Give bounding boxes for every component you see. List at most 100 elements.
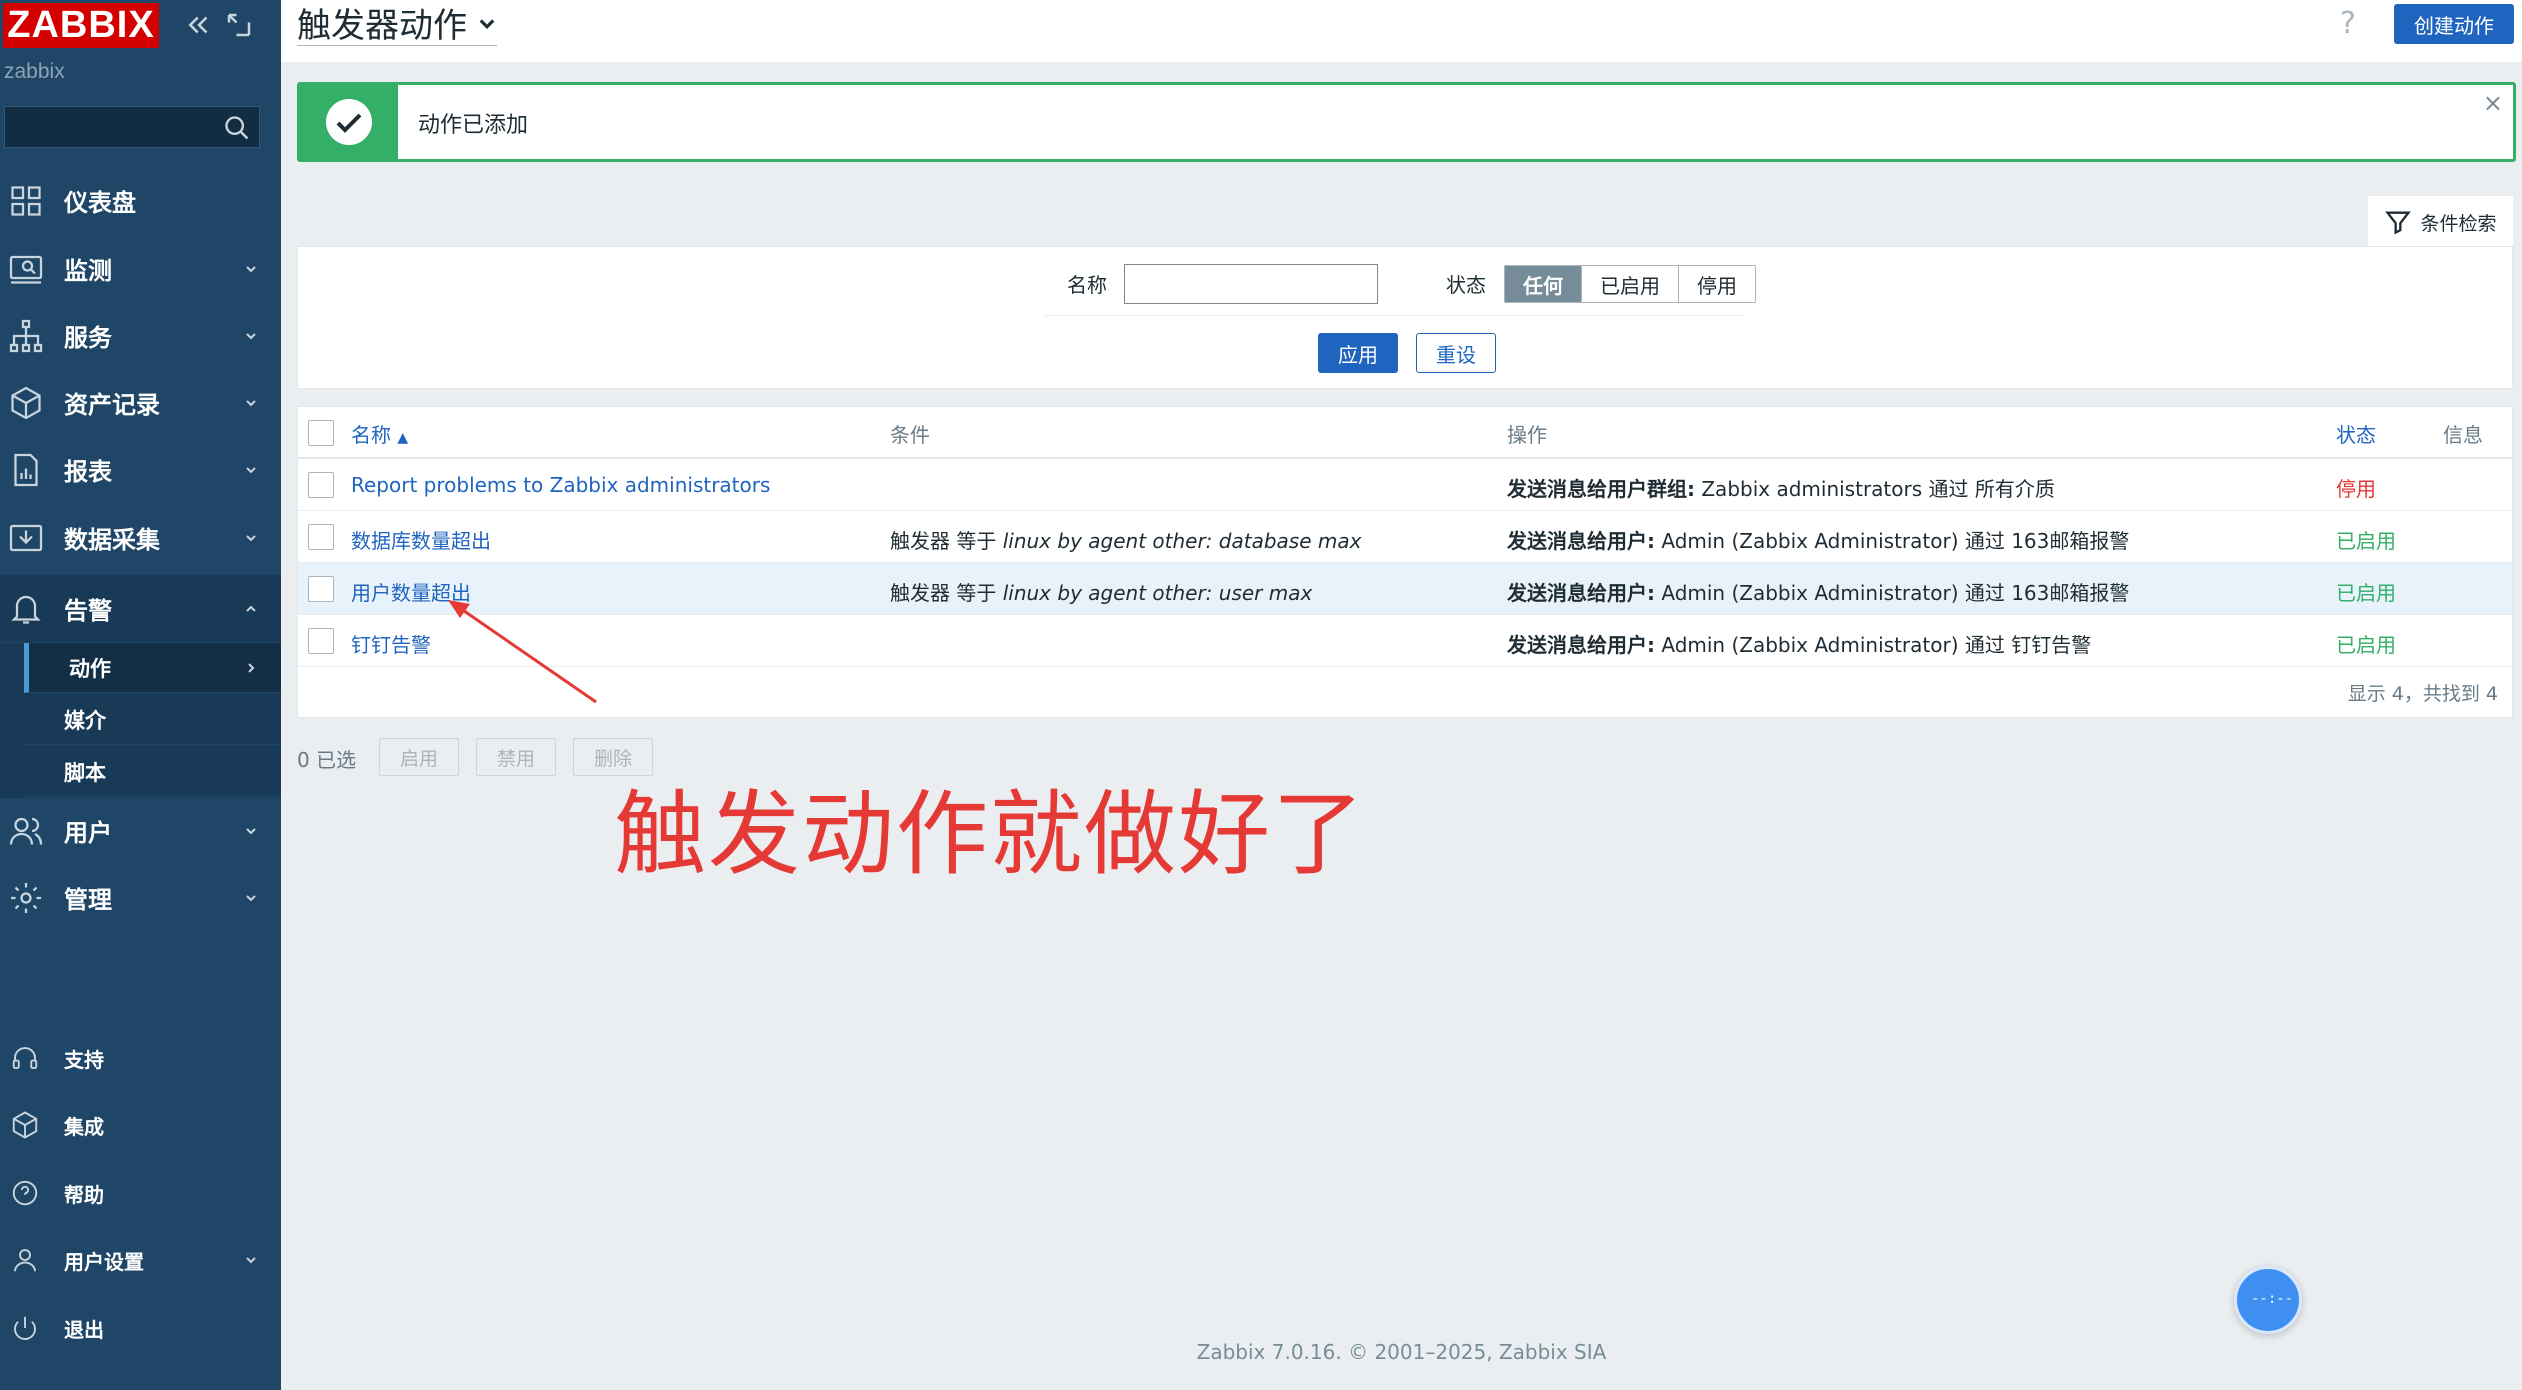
nav-monitoring[interactable]: 监测: [0, 235, 281, 302]
submenu-media-label: 媒介: [64, 708, 106, 733]
chevron-down-icon: [246, 466, 256, 473]
submenu-media[interactable]: 媒介: [24, 695, 281, 745]
select-all-checkbox[interactable]: [308, 420, 334, 446]
submenu-actions[interactable]: 动作: [24, 643, 281, 693]
filter-name-input[interactable]: [1124, 264, 1378, 304]
alerts-submenu: 动作 媒介 脚本: [0, 643, 281, 798]
filter-status-segmented: 任何 已启用 停用: [1504, 265, 1756, 303]
chevron-down-icon: [246, 534, 256, 541]
chevron-down-icon: [246, 894, 256, 901]
zabbix-logo[interactable]: ZABBIX: [3, 3, 159, 48]
nav-help[interactable]: 帮助: [0, 1163, 281, 1223]
nav-help-label: 帮助: [64, 1182, 104, 1207]
nav-alerts[interactable]: 告警: [0, 575, 281, 642]
row-checkbox[interactable]: [308, 576, 334, 602]
nav-services[interactable]: 服务: [0, 302, 281, 369]
column-status-header[interactable]: 状态: [2336, 419, 2376, 448]
server-name: zabbix: [4, 60, 65, 83]
nav-data-collection-label: 数据采集: [64, 526, 160, 554]
page-title-dropdown[interactable]: 触发器动作: [297, 0, 497, 46]
apply-filter-button[interactable]: 应用: [1318, 333, 1398, 373]
check-circle-icon: [326, 99, 372, 145]
filter-status-label: 状态: [1446, 273, 1486, 297]
status-toggle[interactable]: 已启用: [2336, 525, 2396, 554]
selected-count: 0 已选: [297, 748, 357, 772]
users-icon: [9, 817, 43, 845]
sidebar-search-input[interactable]: [4, 106, 260, 148]
nav-data-collection[interactable]: 数据采集: [0, 504, 281, 571]
chevron-down-icon: [479, 18, 495, 29]
integrations-box-icon: [12, 1111, 38, 1139]
submenu-actions-label: 动作: [69, 656, 111, 681]
operation-detail: Admin (Zabbix Administrator) 通过 163邮箱报警: [1655, 581, 2130, 605]
action-conditions: 触发器 等于 linux by agent other: database ma…: [890, 525, 1361, 554]
table-result-count: 显示 4，共找到 4: [2347, 683, 2498, 705]
nav-dashboard[interactable]: 仪表盘: [0, 167, 281, 234]
nav-monitoring-label: 监测: [64, 257, 112, 285]
status-option-any[interactable]: 任何: [1505, 266, 1582, 302]
collapse-sidebar-icon[interactable]: [184, 10, 214, 40]
search-icon[interactable]: [223, 114, 251, 142]
annotation-arrow: [448, 600, 597, 704]
operation-type: 发送消息给用户:: [1507, 581, 1655, 605]
filter-panel: 名称 状态 任何 已启用 停用 应用 重设: [297, 246, 2513, 389]
widget-text: --:--: [2251, 1291, 2294, 1307]
filter-tab-label: 条件检索: [2420, 212, 2497, 235]
status-toggle[interactable]: 已启用: [2336, 629, 2396, 658]
action-name-link[interactable]: 钉钉告警: [351, 629, 431, 658]
nav-alerts-label: 告警: [64, 597, 112, 625]
help-question-icon[interactable]: ?: [2340, 6, 2356, 41]
chevron-up-icon: [246, 605, 256, 612]
mass-enable-button[interactable]: 启用: [379, 738, 459, 776]
nav-user-settings[interactable]: 用户设置: [0, 1230, 281, 1290]
row-checkbox[interactable]: [308, 524, 334, 550]
chevron-down-icon: [246, 399, 256, 406]
action-operations: 发送消息给用户: Admin (Zabbix Administrator) 通过…: [1507, 525, 2129, 554]
condition-trigger: linux by agent other: user max: [1002, 581, 1313, 605]
table-row: 钉钉告警 发送消息给用户: Admin (Zabbix Administrato…: [298, 615, 2512, 667]
nav-inventory[interactable]: 资产记录: [0, 369, 281, 436]
nav-users[interactable]: 用户: [0, 797, 281, 864]
reset-filter-button[interactable]: 重设: [1416, 333, 1496, 373]
kiosk-mode-icon[interactable]: [224, 10, 254, 40]
status-toggle[interactable]: 已启用: [2336, 577, 2396, 606]
page-title: 触发器动作: [297, 6, 467, 46]
condition-prefix: 触发器 等于: [890, 581, 1003, 605]
submenu-scripts[interactable]: 脚本: [24, 747, 281, 797]
nav-support[interactable]: 支持: [0, 1028, 281, 1088]
sidebar: ZABBIX zabbix 仪表盘 监测 服务 资产记录 报表 数据采集 告警: [0, 0, 281, 1390]
close-icon[interactable]: ×: [2483, 89, 2503, 117]
dashboard-icon: [11, 185, 41, 216]
administration-gear-icon: [11, 882, 41, 913]
action-operations: 发送消息给用户群组: Zabbix administrators 通过 所有介质: [1507, 473, 2055, 502]
nav-reports[interactable]: 报表: [0, 436, 281, 503]
nav-administration[interactable]: 管理: [0, 864, 281, 931]
operation-type: 发送消息给用户:: [1507, 633, 1655, 657]
action-name-link[interactable]: Report problems to Zabbix administrators: [351, 473, 770, 497]
floating-widget-button[interactable]: --:--: [2234, 1266, 2302, 1334]
logo-row: ZABBIX: [0, 0, 281, 56]
action-conditions: 触发器 等于 linux by agent other: user max: [890, 577, 1312, 606]
nav-users-label: 用户: [64, 819, 112, 847]
mass-disable-button[interactable]: 禁用: [476, 738, 556, 776]
status-option-disabled[interactable]: 停用: [1679, 266, 1755, 302]
filter-tab[interactable]: 条件检索: [2368, 196, 2513, 248]
submenu-scripts-label: 脚本: [64, 760, 106, 785]
success-icon-area: [300, 85, 398, 159]
column-name-header[interactable]: 名称 ▲: [351, 419, 408, 448]
nav-integrations[interactable]: 集成: [0, 1095, 281, 1155]
status-toggle[interactable]: 停用: [2336, 473, 2376, 502]
action-name-link[interactable]: 数据库数量超出: [351, 525, 491, 554]
row-checkbox[interactable]: [308, 472, 334, 498]
nav-sign-out[interactable]: 退出: [0, 1298, 281, 1358]
page-header: 触发器动作 ? 创建动作: [281, 0, 2522, 62]
row-checkbox[interactable]: [308, 628, 334, 654]
reports-icon: [14, 453, 38, 486]
page-footer: Zabbix 7.0.16. © 2001–2025, Zabbix SIA: [1196, 1340, 1607, 1364]
annotation-text: 触发动作就做好了: [614, 781, 1367, 888]
nav-sign-out-label: 退出: [64, 1317, 104, 1342]
status-option-enabled[interactable]: 已启用: [1582, 266, 1679, 302]
create-action-button[interactable]: 创建动作: [2394, 4, 2514, 44]
filter-funnel-icon: [2385, 211, 2412, 235]
power-icon: [14, 1316, 36, 1340]
